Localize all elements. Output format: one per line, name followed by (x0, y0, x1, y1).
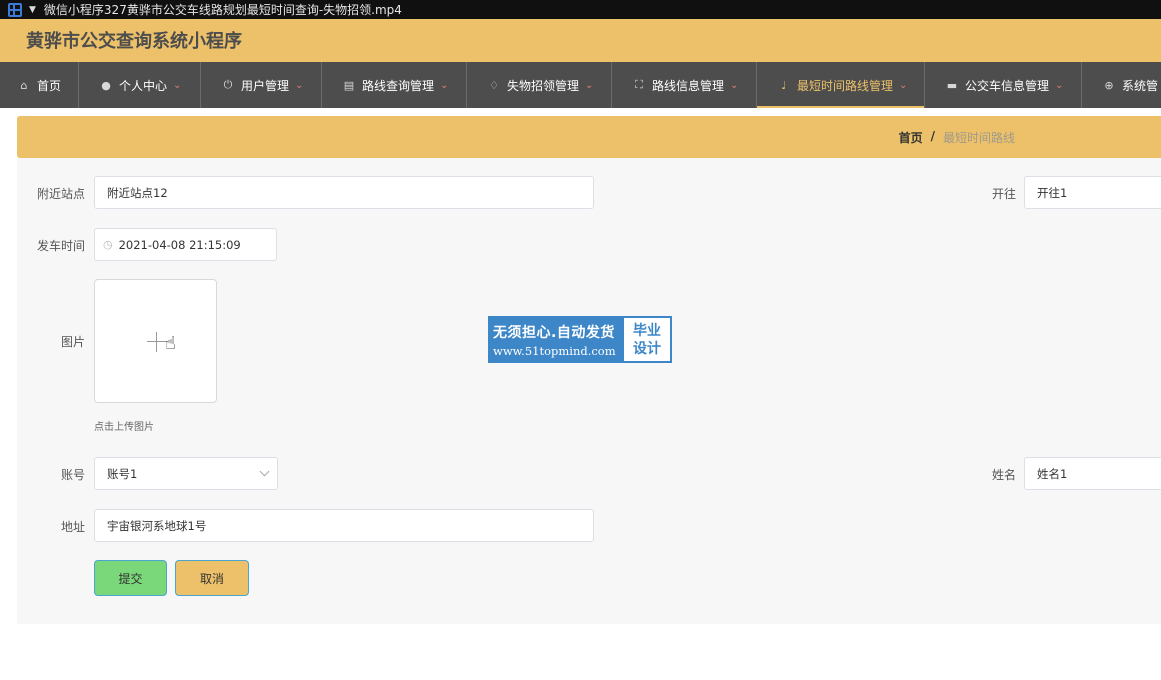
hand-cursor-icon: ☝ (165, 333, 176, 354)
image-label: 图片 (60, 335, 85, 349)
nearby-stop-field[interactable]: 附近站点12 (94, 176, 594, 209)
nav-item-label: 系统管 (1122, 78, 1159, 93)
nav-item-label: 个人中心 (119, 78, 168, 93)
chevron-down-icon: ⌄ (585, 79, 594, 91)
nav-item-label: 公交车信息管理 (965, 78, 1050, 93)
video-file-icon (8, 2, 22, 17)
nav-item-home[interactable]: ⌂ 首页 (0, 62, 79, 108)
home-icon: ⌂ (20, 78, 28, 92)
nav-item-user-management[interactable]: ⏻ 用户管理 ⌄ (201, 62, 322, 108)
nav-item-label: 路线查询管理 (362, 78, 435, 93)
account-value: 账号1 (107, 466, 138, 481)
address-field[interactable]: 宇宙银河系地球1号 (94, 509, 594, 542)
account-select[interactable]: 账号1 (94, 457, 278, 490)
settings-icon: ⊕ (1104, 78, 1114, 92)
chevron-down-icon: ⌄ (730, 79, 739, 91)
clock-icon: ◷ (103, 238, 113, 251)
chevron-down-icon: ⌄ (1055, 79, 1064, 91)
watermark-left: 无须担心.自动发货 www.51topmind.com (490, 318, 624, 361)
briefcase-icon: ▬ (946, 78, 958, 92)
destination-label: 开往 (991, 187, 1016, 201)
departure-time-label: 发车时间 (36, 239, 85, 253)
name-value: 姓名1 (1037, 466, 1068, 481)
image-upload-box[interactable]: ☝ (94, 279, 217, 403)
power-icon: ⏻ (223, 78, 233, 91)
breadcrumb-separator: / (930, 129, 935, 143)
upload-tip: 点击上传图片 (94, 422, 154, 433)
name-label: 姓名 (991, 468, 1016, 482)
nav-item-route-info[interactable]: ⛶ 路线信息管理 ⌄ (612, 62, 757, 108)
fullscreen-icon: ⛶ (635, 78, 643, 91)
top-nav: ⌂ 首页 ● 个人中心 ⌄ ⏻ 用户管理 ⌄ ▤ 路线查询管理 ⌄ ♢ 失物招领… (0, 62, 1161, 108)
address-label: 地址 (60, 520, 85, 534)
name-field[interactable]: 姓名1 (1024, 457, 1161, 490)
chevron-down-icon: ⌄ (173, 79, 182, 91)
nearby-stop-label: 附近站点 (36, 187, 85, 201)
destination-field[interactable]: 开往1 (1024, 176, 1161, 209)
nav-item-system[interactable]: ⊕ 系统管 (1082, 62, 1161, 108)
window-title: 微信小程序327黄骅市公交车线路规划最短时间查询-失物招领.mp4 (43, 3, 402, 17)
chevron-down-icon (259, 466, 270, 477)
document-icon: ▤ (343, 78, 355, 92)
breadcrumb-current: 最短时间路线 (942, 131, 1015, 145)
chevron-down-icon: ⌄ (440, 79, 449, 91)
window-titlebar: ▼ 微信小程序327黄骅市公交车线路规划最短时间查询-失物招领.mp4 (0, 0, 1161, 19)
nav-item-bus-info[interactable]: ▬ 公交车信息管理 ⌄ (925, 62, 1082, 108)
chevron-down-icon: ⌄ (899, 79, 908, 91)
app-title: 黄骅市公交查询系统小程序 (26, 31, 242, 52)
nav-item-label: 首页 (37, 78, 62, 93)
nav-item-label: 路线信息管理 (652, 78, 725, 93)
plus-icon (147, 332, 167, 352)
breadcrumb: 首页 / 最短时间路线 (899, 129, 1015, 146)
nav-item-route-query[interactable]: ▤ 路线查询管理 ⌄ (322, 62, 467, 108)
nav-item-label: 用户管理 (241, 78, 290, 93)
user-icon: ● (101, 78, 111, 92)
watermark-right: 毕业 设计 (624, 318, 670, 361)
bell-off-icon: ♢ (489, 78, 499, 92)
nav-item-label: 失物招领管理 (507, 78, 580, 93)
chevron-down-icon: ⌄ (295, 79, 304, 91)
watermark-url: www.51topmind.com (493, 343, 616, 358)
watermark-logo: 无须担心.自动发货 www.51topmind.com 毕业 设计 (488, 316, 672, 363)
app-header: 黄骅市公交查询系统小程序 (0, 19, 1161, 62)
breadcrumb-home[interactable]: 首页 (899, 129, 923, 146)
address-value: 宇宙银河系地球1号 (107, 518, 207, 533)
submit-button[interactable]: 提交 (94, 560, 167, 596)
watermark-line1: 无须担心.自动发货 (493, 324, 615, 341)
departure-time-picker[interactable]: ◷ 2021-04-08 21:15:09 (94, 228, 277, 261)
nearby-stop-value: 附近站点12 (107, 185, 168, 200)
destination-value: 开往1 (1037, 185, 1068, 200)
form-area: 附近站点 附近站点12 开往 开往1 发车时间 ◷ 2021-04-08 21:… (17, 158, 1161, 624)
departure-time-value: 2021-04-08 21:15:09 (118, 237, 241, 252)
microphone-icon: ♩ (781, 78, 787, 92)
nav-item-shortest-route[interactable]: ♩ 最短时间路线管理 ⌄ (757, 62, 925, 108)
account-label: 账号 (60, 468, 85, 482)
cancel-button[interactable]: 取消 (175, 560, 249, 596)
watermark-right-top: 毕业 (633, 322, 661, 339)
dropdown-caret-icon[interactable]: ▼ (29, 5, 36, 15)
watermark-right-bottom: 设计 (633, 340, 661, 357)
nav-item-label: 最短时间路线管理 (797, 78, 894, 93)
breadcrumb-bar: 首页 / 最短时间路线 (17, 116, 1161, 158)
nav-item-lost-found[interactable]: ♢ 失物招领管理 ⌄ (467, 62, 612, 108)
nav-item-personal-center[interactable]: ● 个人中心 ⌄ (79, 62, 201, 108)
